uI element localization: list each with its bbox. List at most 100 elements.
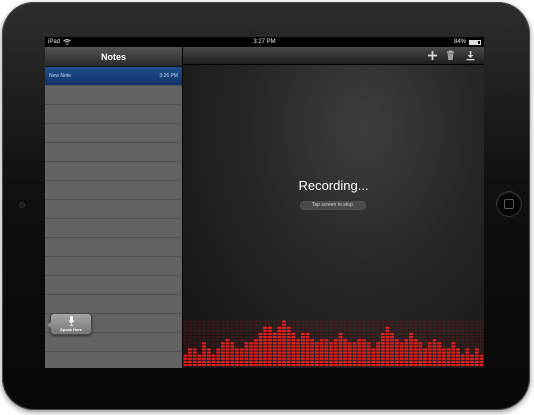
level-segment (211, 332, 216, 336)
level-segment (366, 360, 371, 363)
notes-list[interactable]: New Note 3:26 PM Speak Here (45, 67, 182, 368)
status-right: 84% (454, 37, 481, 47)
level-segment (413, 363, 418, 367)
level-segment (272, 336, 277, 339)
level-segment (192, 345, 197, 348)
level-segment (230, 354, 235, 357)
level-segment (470, 332, 475, 336)
status-time: 3:27 PM (253, 39, 276, 45)
level-segment (394, 320, 399, 323)
speak-here-button[interactable]: Speak Here (47, 313, 92, 335)
level-segment (446, 336, 451, 339)
level-segment (314, 360, 319, 363)
level-segment (296, 351, 301, 354)
level-segment (418, 336, 423, 339)
level-segment (465, 360, 470, 363)
level-segment (286, 348, 291, 351)
level-segment (479, 345, 484, 348)
note-row[interactable]: New Note 3:26 PM (45, 67, 182, 85)
level-segment (423, 332, 428, 336)
level-segment (197, 329, 202, 332)
level-segment (441, 351, 446, 354)
level-segment (202, 345, 207, 348)
level-segment (206, 354, 211, 357)
level-segment (479, 348, 484, 351)
level-segment (267, 320, 272, 323)
level-segment (192, 342, 197, 345)
level-segment (427, 351, 432, 354)
level-segment (451, 345, 456, 348)
level-segment (188, 320, 192, 323)
home-button[interactable] (497, 192, 521, 216)
level-segment (357, 360, 362, 363)
level-segment (333, 351, 338, 354)
level-segment (239, 336, 244, 339)
level-segment (197, 320, 202, 323)
level-segment (267, 332, 272, 336)
level-segment (263, 345, 268, 348)
level-segment (230, 348, 235, 351)
level-segment (277, 326, 282, 329)
level-segment (333, 348, 338, 351)
level-segment (220, 357, 225, 360)
level-segment (272, 323, 277, 326)
level-segment (451, 351, 456, 354)
level-segment (296, 342, 301, 345)
level-segment (249, 336, 254, 339)
level-segment (394, 329, 399, 332)
level-segment (465, 342, 470, 345)
camera-lens (19, 202, 25, 208)
level-segment (183, 320, 188, 323)
level-segment (418, 329, 423, 332)
level-segment (324, 357, 329, 360)
level-segment (314, 332, 319, 336)
level-segment (460, 345, 465, 348)
level-segment (300, 320, 305, 323)
level-segment (427, 357, 432, 360)
level-segment (244, 360, 249, 363)
level-segment (441, 342, 446, 345)
level-segment (380, 339, 385, 342)
level-segment (404, 332, 409, 336)
level-segment (282, 323, 286, 326)
level-segment (216, 360, 221, 363)
level-segment (357, 336, 362, 339)
level-segment (282, 360, 286, 363)
level-segment (404, 336, 409, 339)
level-segment (235, 323, 239, 326)
level-segment (282, 339, 286, 342)
level-segment (376, 326, 381, 329)
level-segment (418, 320, 423, 323)
level-segment (277, 336, 282, 339)
level-segment (249, 320, 254, 323)
level-segment (470, 323, 475, 326)
level-segment (296, 326, 301, 329)
level-segment (474, 339, 479, 342)
level-segment (409, 345, 413, 348)
level-segment (188, 363, 192, 367)
level-segment (418, 351, 423, 354)
level-segment (479, 351, 484, 354)
plus-icon[interactable] (427, 50, 438, 61)
level-segment (474, 342, 479, 345)
ipad-screen: iPad 3:27 PM 84% Notes New Note 3:26 PM … (45, 37, 484, 368)
download-icon[interactable] (465, 50, 476, 61)
level-segment (263, 348, 268, 351)
level-segment (239, 360, 244, 363)
level-segment (394, 360, 399, 363)
level-segment (371, 360, 376, 363)
level-segment (456, 320, 460, 323)
level-segment (300, 332, 305, 336)
level-segment (474, 354, 479, 357)
level-segment (244, 351, 249, 354)
level-segment (296, 354, 301, 357)
level-segment (253, 348, 258, 351)
level-segment (258, 336, 263, 339)
level-segment (352, 336, 357, 339)
trash-icon[interactable] (445, 50, 456, 61)
recording-pane[interactable]: Recording... Tap screen to stop. (183, 47, 484, 368)
level-segment (413, 336, 418, 339)
screenshot-stage: iPad 3:27 PM 84% Notes New Note 3:26 PM … (0, 0, 534, 415)
level-segment (263, 342, 268, 345)
recording-status-title: Recording... (298, 178, 369, 193)
